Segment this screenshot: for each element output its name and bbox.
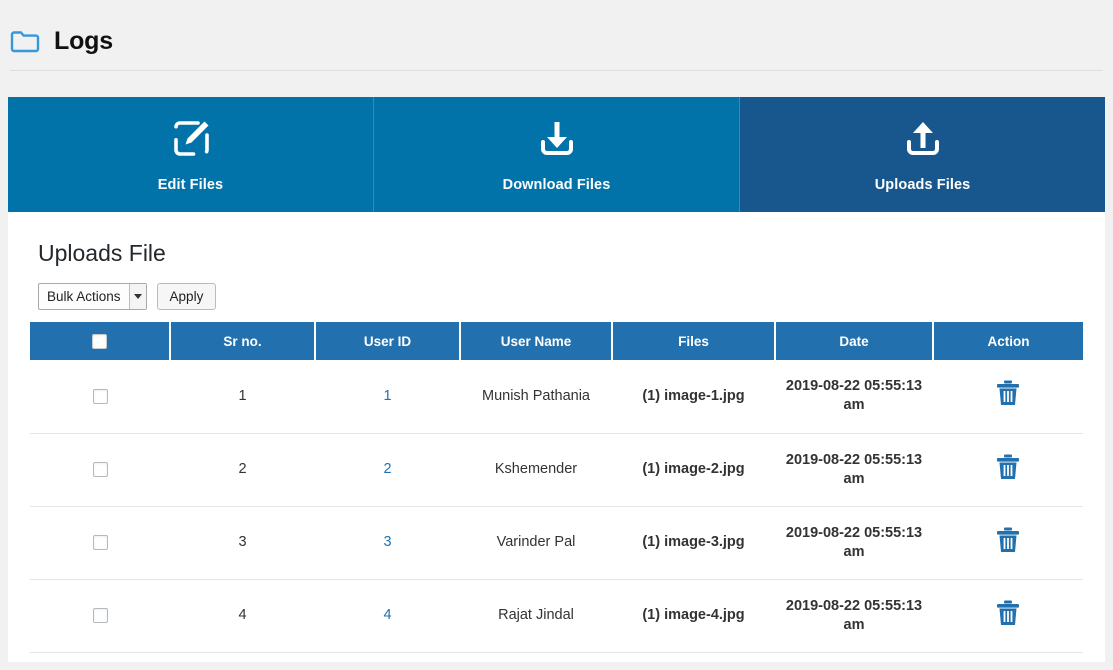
user-id-link[interactable]: 1	[383, 388, 391, 404]
user-id-link[interactable]: 3	[383, 534, 391, 550]
cell-user-name: Kshemender	[460, 433, 612, 506]
select-all-checkbox[interactable]	[92, 334, 107, 349]
cell-user-id: 2	[315, 433, 460, 506]
bulk-actions-select[interactable]: Bulk Actions	[38, 283, 147, 310]
cell-action	[933, 433, 1083, 506]
apply-button[interactable]: Apply	[157, 283, 217, 310]
folder-icon	[10, 28, 40, 54]
row-select-cell	[30, 433, 170, 506]
bulk-actions-bar: Bulk Actions Apply	[38, 283, 1083, 310]
tab-label: Download Files	[503, 177, 611, 193]
cell-date: 2019-08-22 05:55:13 am	[775, 433, 933, 506]
trash-icon	[995, 453, 1021, 484]
header-divider	[10, 70, 1103, 71]
tab-download-files[interactable]: Download Files	[373, 97, 739, 212]
row-select-cell	[30, 579, 170, 652]
row-select-cell	[30, 506, 170, 579]
row-checkbox[interactable]	[93, 608, 108, 623]
column-user-name[interactable]: User Name	[460, 322, 612, 360]
delete-button[interactable]	[995, 453, 1021, 484]
row-checkbox[interactable]	[93, 389, 108, 404]
column-date[interactable]: Date	[775, 322, 933, 360]
tab-label: Uploads Files	[875, 177, 971, 193]
tab-bar: Edit Files Download Files Uploads Files	[8, 97, 1105, 212]
download-icon	[534, 116, 580, 167]
cell-action	[933, 506, 1083, 579]
table-header: Sr no. User ID User Name Files Date Acti…	[30, 322, 1083, 360]
cell-files: (1) image-3.jpg	[612, 506, 775, 579]
cell-user-name: Rajat Jindal	[460, 579, 612, 652]
upload-icon	[900, 116, 946, 167]
table-header-row: Sr no. User ID User Name Files Date Acti…	[30, 322, 1083, 360]
cell-date: 2019-08-22 05:55:13 am	[775, 579, 933, 652]
content-card: Uploads File Bulk Actions Apply Sr no. U…	[8, 212, 1105, 662]
user-id-link[interactable]: 4	[383, 607, 391, 623]
table-row: 1 1 Munish Pathania (1) image-1.jpg 2019…	[30, 360, 1083, 433]
page-title: Logs	[54, 29, 113, 54]
trash-icon	[995, 379, 1021, 410]
cell-action	[933, 579, 1083, 652]
tab-label: Edit Files	[158, 177, 223, 193]
page-header: Logs	[0, 0, 1113, 62]
cell-sr-no: 4	[170, 579, 315, 652]
table-row: 2 2 Kshemender (1) image-2.jpg 2019-08-2…	[30, 433, 1083, 506]
cell-action	[933, 360, 1083, 433]
edit-pencil-icon	[168, 116, 214, 167]
chevron-down-icon	[129, 284, 146, 309]
cell-user-id: 3	[315, 506, 460, 579]
row-checkbox[interactable]	[93, 535, 108, 550]
row-checkbox[interactable]	[93, 462, 108, 477]
trash-icon	[995, 526, 1021, 557]
table-row: 3 3 Varinder Pal (1) image-3.jpg 2019-08…	[30, 506, 1083, 579]
cell-sr-no: 2	[170, 433, 315, 506]
cell-date: 2019-08-22 05:55:13 am	[775, 360, 933, 433]
trash-icon	[995, 599, 1021, 630]
cell-date: 2019-08-22 05:55:13 am	[775, 506, 933, 579]
cell-user-name: Munish Pathania	[460, 360, 612, 433]
bulk-actions-selected-value: Bulk Actions	[39, 284, 129, 309]
cell-user-name: Varinder Pal	[460, 506, 612, 579]
cell-user-id: 1	[315, 360, 460, 433]
cell-sr-no: 1	[170, 360, 315, 433]
delete-button[interactable]	[995, 599, 1021, 630]
table-body: 1 1 Munish Pathania (1) image-1.jpg 2019…	[30, 360, 1083, 652]
user-id-link[interactable]: 2	[383, 461, 391, 477]
row-select-cell	[30, 360, 170, 433]
uploads-table: Sr no. User ID User Name Files Date Acti…	[30, 322, 1083, 653]
column-action: Action	[933, 322, 1083, 360]
table-row: 4 4 Rajat Jindal (1) image-4.jpg 2019-08…	[30, 579, 1083, 652]
column-select-all	[30, 322, 170, 360]
section-title: Uploads File	[38, 242, 1083, 265]
column-files[interactable]: Files	[612, 322, 775, 360]
column-user-id[interactable]: User ID	[315, 322, 460, 360]
cell-files: (1) image-1.jpg	[612, 360, 775, 433]
cell-sr-no: 3	[170, 506, 315, 579]
column-sr-no[interactable]: Sr no.	[170, 322, 315, 360]
tab-uploads-files[interactable]: Uploads Files	[739, 97, 1105, 212]
delete-button[interactable]	[995, 379, 1021, 410]
cell-files: (1) image-4.jpg	[612, 579, 775, 652]
cell-user-id: 4	[315, 579, 460, 652]
cell-files: (1) image-2.jpg	[612, 433, 775, 506]
tab-edit-files[interactable]: Edit Files	[8, 97, 373, 212]
delete-button[interactable]	[995, 526, 1021, 557]
